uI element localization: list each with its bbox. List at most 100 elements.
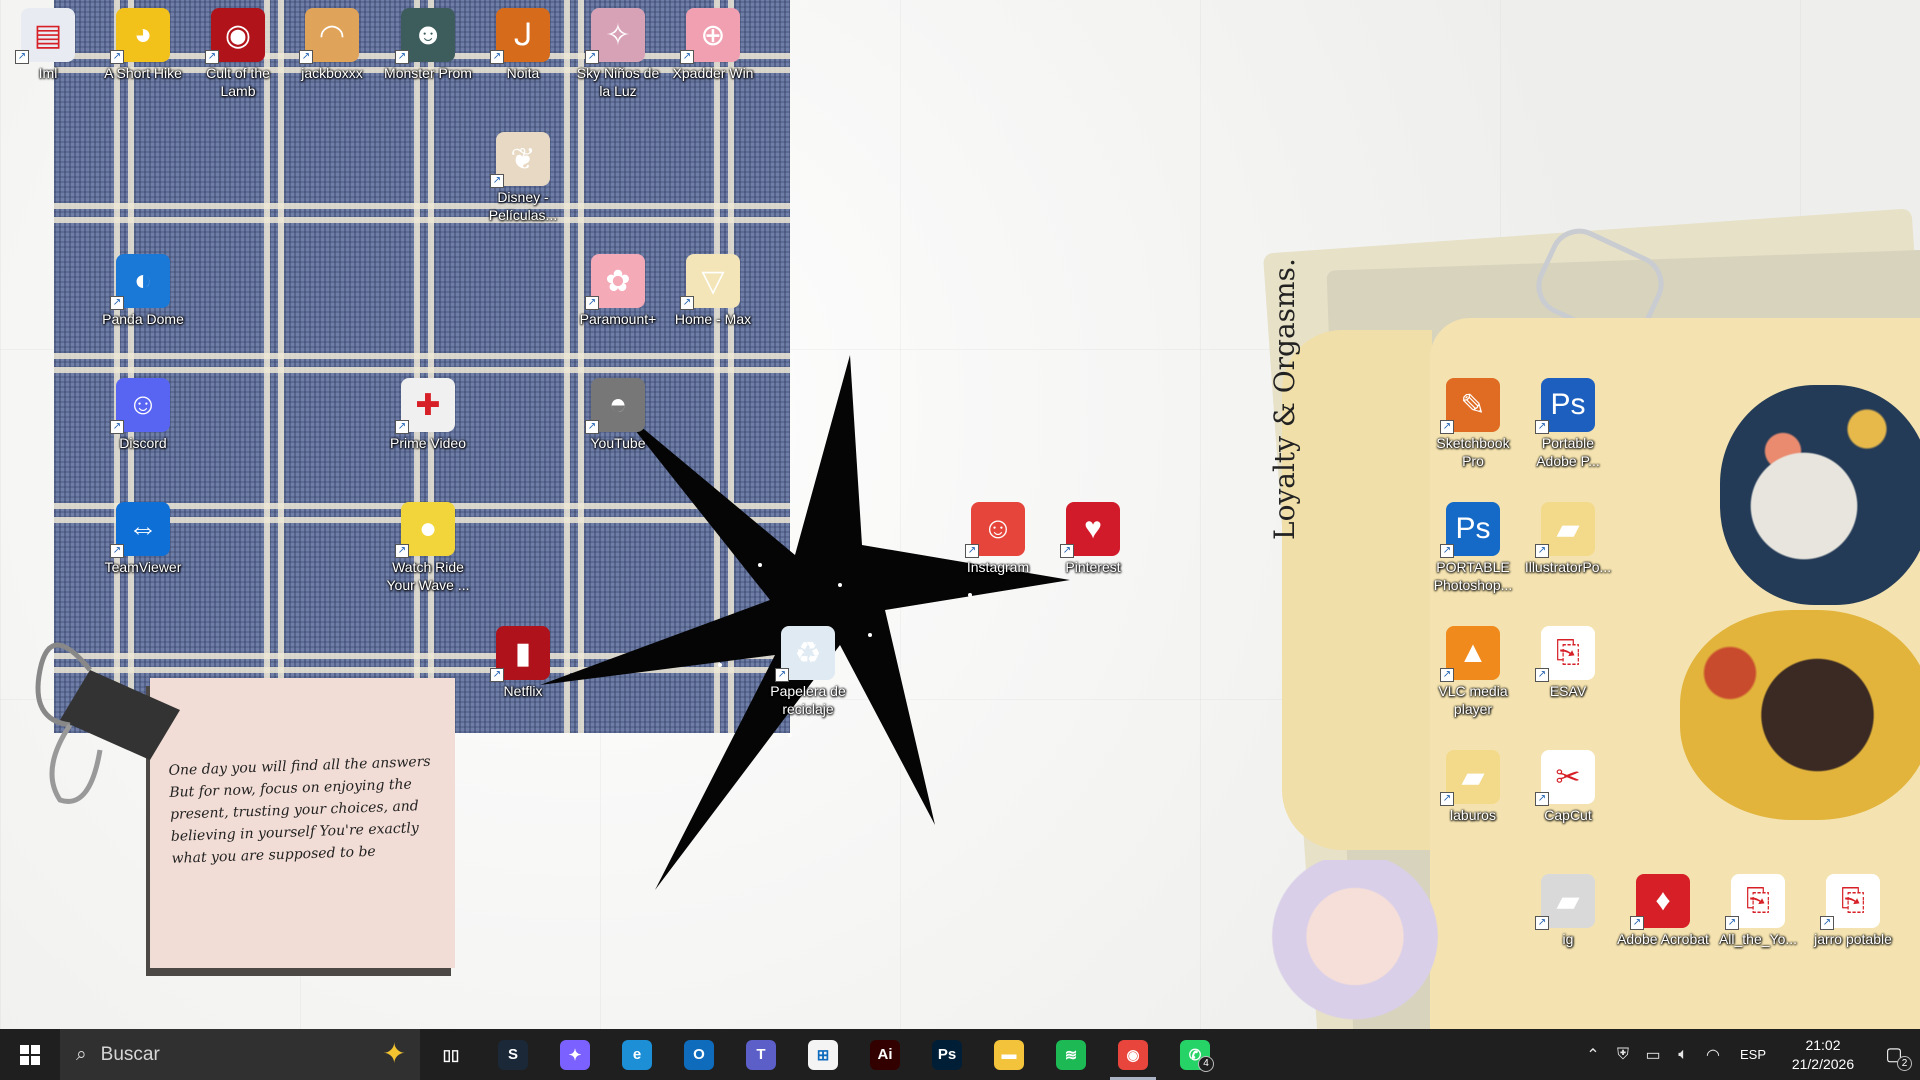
search-box[interactable]: ⌕ Buscar ✦ (60, 1029, 420, 1080)
taskbar-teams-button[interactable]: T (730, 1029, 792, 1080)
sparkle-icon: ✦ (382, 1038, 406, 1069)
taskbar-whatsapp-button[interactable]: ✆ 4 (1164, 1029, 1226, 1080)
taskbar-apps: ▯▯ S ✦ e O T ⊞ Ai Ps ▬ ≋ ◉ ✆ 4 (420, 1029, 1226, 1080)
shortcut-arrow-icon: ↗ (395, 420, 409, 434)
shortcut-arrow-icon: ↗ (490, 50, 504, 64)
desktop-icon[interactable]: ☺ ↗ Instagram (952, 498, 1044, 576)
binder-clip (35, 642, 180, 804)
desktop-icon[interactable]: ✎ ↗ Sketchbook Pro (1427, 374, 1519, 470)
shortcut-arrow-icon: ↗ (110, 544, 124, 558)
desktop-icon[interactable]: ▽ ↗ Home - Max (667, 250, 759, 328)
desktop-icon-label: All_the_Yo... (1718, 931, 1798, 947)
system-tray: ⌃ ⛨ ▭ 🔈︎ ◠ ESP 21:02 21/2/2026 ▢ 2 (1578, 1029, 1920, 1080)
desktop-icon[interactable]: ♥ ↗ Pinterest (1047, 498, 1139, 576)
taskbar-task-view-button[interactable]: ▯▯ (420, 1029, 482, 1080)
taskbar-spotify-button[interactable]: ≋ (1040, 1029, 1102, 1080)
desktop-icon[interactable]: ▲ ↗ VLC media player (1427, 622, 1519, 718)
desktop-icon[interactable]: ◠ ↗ jackboxxx (286, 4, 378, 82)
shortcut-arrow-icon: ↗ (1535, 668, 1549, 682)
shortcut-arrow-icon: ↗ (1535, 420, 1549, 434)
taskbar-edge-button[interactable]: e (606, 1029, 668, 1080)
desktop-icon-label: Cult of the Lamb (206, 65, 270, 99)
shortcut-arrow-icon: ↗ (395, 544, 409, 558)
battery-icon[interactable]: ▭ (1638, 1045, 1668, 1065)
desktop-icon[interactable]: ⎘ ↗ ESAV (1522, 622, 1614, 700)
desktop-icon[interactable]: ▰ ↗ ig (1522, 870, 1614, 948)
volume-icon[interactable]: 🔈︎ (1668, 1046, 1698, 1064)
pencil-icon: ✎ ↗ (1440, 378, 1500, 434)
desktop-icon[interactable]: ☺ ↗ Discord (97, 374, 189, 452)
shortcut-arrow-icon: ↗ (110, 50, 124, 64)
copilot-icon: ✦ (560, 1039, 590, 1070)
language-indicator[interactable]: ESP (1728, 1047, 1778, 1062)
desktop-icon[interactable]: ♻ ↗ Papelera de reciclaje (762, 622, 854, 718)
taskbar-illustrator-button[interactable]: Ai (854, 1029, 916, 1080)
taskbar-copilot-button[interactable]: ✦ (544, 1029, 606, 1080)
shortcut-arrow-icon: ↗ (299, 50, 313, 64)
desktop-icon[interactable]: ⊕ ↗ Xpadder Win (667, 4, 759, 82)
folder-tab (1282, 330, 1432, 850)
unread-badge: 4 (1198, 1056, 1214, 1072)
cat-illustration-2 (1680, 610, 1920, 820)
croissant-icon: ◠ ↗ (299, 8, 359, 64)
desktop-icon[interactable]: ● ↗ Watch Ride Your Wave ... (382, 498, 474, 594)
taskbar-photoshop-button[interactable]: Ps (916, 1029, 978, 1080)
soda-can-icon: ▮ ↗ (490, 626, 550, 682)
desktop-icon[interactable]: ✧ ↗ Sky Niños de la Luz (572, 4, 664, 100)
notification-center-button[interactable]: ▢ 2 (1868, 1044, 1920, 1071)
helmet-icon: ◓ ↗ (585, 378, 645, 434)
store-icon: ⊞ (808, 1039, 838, 1070)
clock-time: 21:02 (1805, 1036, 1841, 1053)
desktop-icon[interactable]: Ps ↗ Portable Adobe P... (1522, 374, 1614, 470)
strawberry-icon: ♥ ↗ (1060, 502, 1120, 558)
desktop-icon[interactable]: ◉ ↗ Cult of the Lamb (192, 4, 284, 100)
desktop-icon[interactable]: ☻ ↗ Monster Prom (382, 4, 474, 82)
start-button[interactable] (0, 1029, 60, 1080)
noita-icon: ᒍ ↗ (490, 8, 550, 64)
photoshop-icon: Ps ↗ (1440, 502, 1500, 558)
security-shield-icon[interactable]: ⛨ (1608, 1046, 1638, 1064)
task-view-icon: ▯▯ (436, 1039, 466, 1070)
desktop-icon[interactable]: ⇔ ↗ TeamViewer (97, 498, 189, 576)
desktop-icon[interactable]: ◕ ↗ A Short Hike (97, 4, 189, 82)
taskbar-steam-button[interactable]: S (482, 1029, 544, 1080)
desktop-icon[interactable]: ✂ ↗ CapCut (1522, 746, 1614, 824)
shortcut-arrow-icon: ↗ (585, 50, 599, 64)
illustrator-icon: Ai (870, 1039, 900, 1070)
desktop-icon[interactable]: ▤ ↗ Iml (2, 4, 94, 82)
notification-count: 2 (1897, 1056, 1912, 1071)
shortcut-arrow-icon: ↗ (15, 50, 29, 64)
bird-icon: ◕ ↗ (110, 8, 170, 64)
chevron-up-icon[interactable]: ⌃ (1578, 1045, 1608, 1065)
desktop-icon[interactable]: ◓ ↗ YouTube (572, 374, 664, 452)
desktop-icon[interactable]: ᒍ ↗ Noita (477, 4, 569, 82)
shortcut-arrow-icon: ↗ (205, 50, 219, 64)
taskbar-outlook-button[interactable]: O (668, 1029, 730, 1080)
desktop-icon[interactable]: ▰ ↗ laburos (1427, 746, 1519, 824)
desktop-icon[interactable]: ◐ ↗ Panda Dome (97, 250, 189, 328)
folder-icon: ▰ ↗ (1535, 502, 1595, 558)
desktop-icon-label: Paramount+ (579, 311, 657, 327)
shortcut-arrow-icon: ↗ (1820, 916, 1834, 930)
doll-figure (1255, 860, 1455, 1029)
taskbar-store-button[interactable]: ⊞ (792, 1029, 854, 1080)
desktop-icon[interactable]: ✿ ↗ Paramount+ (572, 250, 664, 328)
edge-icon: e (622, 1039, 652, 1070)
clock-date: 21/2/2026 (1791, 1055, 1855, 1072)
wifi-icon[interactable]: ◠ (1698, 1045, 1728, 1065)
clock[interactable]: 21:02 21/2/2026 (1778, 1036, 1868, 1074)
taskbar-file-explorer-button[interactable]: ▬ (978, 1029, 1040, 1080)
taskbar-chrome-button[interactable]: ◉ (1102, 1029, 1164, 1080)
teamviewer-icon: ⇔ ↗ (110, 502, 170, 558)
desktop-icon[interactable]: ⎘ ↗ All_the_Yo... (1712, 870, 1804, 948)
desktop-icon[interactable]: Ps ↗ PORTABLE Photoshop... (1427, 498, 1519, 594)
desktop-icon[interactable]: ✚ ↗ Prime Video (382, 374, 474, 452)
desktop-icon[interactable]: ♦ ↗ Adobe Acrobat (1617, 870, 1709, 948)
taskbar: ⌕ Buscar ✦ ▯▯ S ✦ e O T ⊞ Ai Ps ▬ ≋ ◉ ✆ 4 ⌃ ⛨ ▭ 🔈︎ ◠ … (0, 1029, 1920, 1080)
desktop-icon[interactable]: ▰ ↗ IllustratorPo... (1522, 498, 1614, 576)
steam-icon: S (498, 1039, 528, 1070)
desktop-icon[interactable]: ⎘ ↗ jarro potable (1807, 870, 1899, 948)
desktop-icon[interactable]: ❦ ↗ Disney - Películas... (477, 128, 569, 224)
desktop-icon[interactable]: ▮ ↗ Netflix (477, 622, 569, 700)
shortcut-arrow-icon: ↗ (490, 174, 504, 188)
